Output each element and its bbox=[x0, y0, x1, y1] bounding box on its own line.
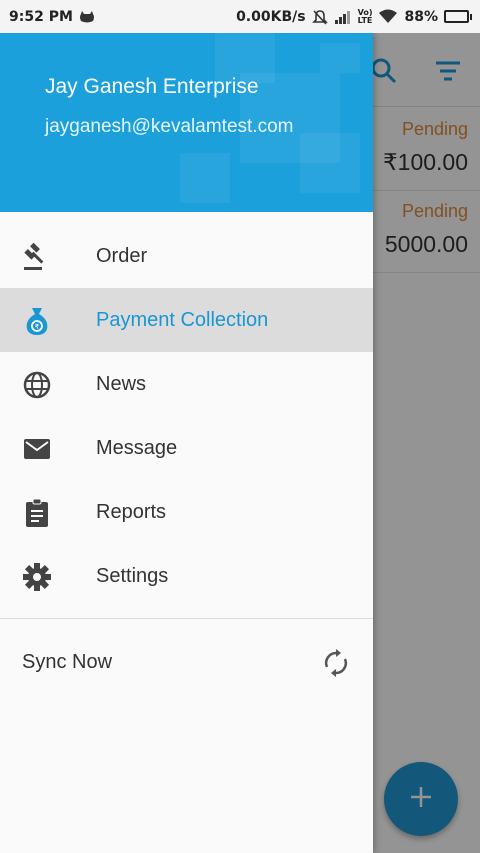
globe-icon bbox=[22, 370, 52, 400]
company-name: Jay Ganesh Enterprise bbox=[45, 75, 259, 98]
envelope-icon bbox=[22, 434, 52, 464]
silent-bell-icon bbox=[311, 9, 328, 25]
menu-item-label: Payment Collection bbox=[96, 308, 269, 331]
gear-icon bbox=[22, 562, 52, 592]
menu-item-label: Order bbox=[96, 244, 148, 267]
status-time: 9:52 PM bbox=[9, 8, 73, 25]
menu-item-label: News bbox=[96, 372, 147, 395]
menu-item-payment-collection[interactable]: ₹ Payment Collection bbox=[0, 288, 373, 352]
menu-item-order[interactable]: Order bbox=[0, 224, 373, 288]
sync-now-button[interactable]: Sync Now bbox=[0, 631, 373, 695]
battery-charging-icon bbox=[444, 10, 472, 23]
company-email: jayganesh@kevalamtest.com bbox=[45, 116, 294, 137]
menu-item-label: Settings bbox=[96, 564, 169, 587]
battery-percent: 88% bbox=[404, 8, 438, 25]
lte-icon: Vo) LTE bbox=[357, 7, 373, 25]
navigation-drawer: Jay Ganesh Enterprise jayganesh@kevalamt… bbox=[0, 33, 373, 853]
menu-item-label: Message bbox=[96, 436, 178, 459]
svg-text:₹: ₹ bbox=[35, 323, 40, 331]
sync-icon[interactable] bbox=[322, 649, 350, 682]
network-speed: 0.00KB/s bbox=[236, 8, 306, 25]
drawer-header: Jay Ganesh Enterprise jayganesh@kevalamt… bbox=[0, 33, 373, 212]
cat-icon bbox=[79, 10, 95, 23]
menu-item-settings[interactable]: Settings bbox=[0, 544, 373, 608]
menu-item-news[interactable]: News bbox=[0, 352, 373, 416]
drawer-divider bbox=[0, 618, 373, 619]
menu-item-reports[interactable]: Reports bbox=[0, 480, 373, 544]
menu-item-label: Reports bbox=[96, 500, 167, 523]
gavel-icon bbox=[22, 242, 52, 272]
menu-item-message[interactable]: Message bbox=[0, 416, 373, 480]
signal-icon bbox=[334, 10, 352, 24]
clipboard-icon bbox=[22, 498, 52, 528]
wifi-icon bbox=[378, 9, 398, 24]
sync-now-label: Sync Now bbox=[22, 651, 113, 673]
status-bar: 9:52 PM 0.00KB/s Vo) LTE 88% bbox=[0, 0, 480, 33]
drawer-menu: Order ₹ Payment Collection News Message … bbox=[0, 224, 373, 608]
money-bag-icon: ₹ bbox=[22, 306, 52, 336]
